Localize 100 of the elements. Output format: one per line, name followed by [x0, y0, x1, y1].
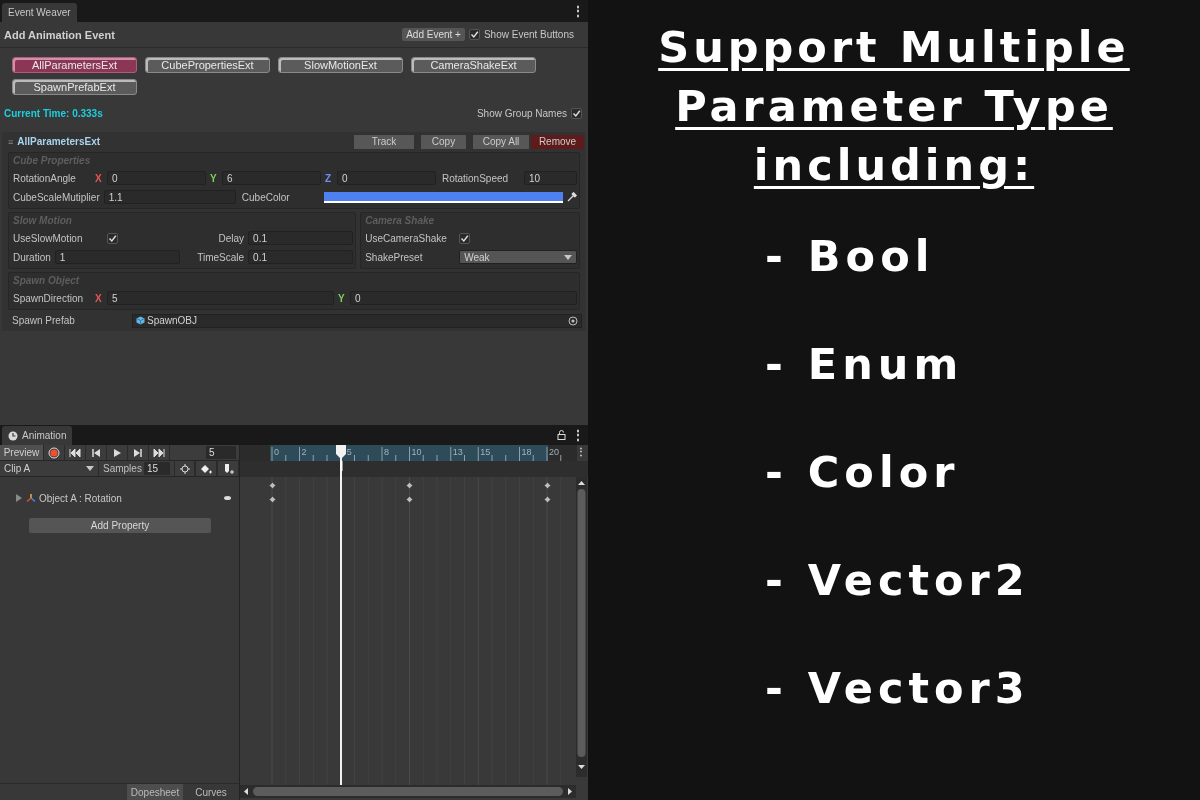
field-label: TimeScale: [196, 251, 245, 263]
ruler-label: 5: [346, 447, 352, 457]
field-label: CubeColor: [240, 191, 291, 203]
axis-label: Y: [209, 172, 218, 184]
cube-icon: [136, 316, 145, 325]
frame-field[interactable]: 5: [206, 446, 236, 459]
field-label: Duration: [12, 251, 51, 263]
ruler-label: 10: [411, 447, 422, 457]
ruler-label: 20: [549, 447, 559, 457]
input-field[interactable]: 1: [54, 250, 181, 264]
action-button[interactable]: Track: [354, 134, 414, 149]
field-label: SpawnDirection: [12, 292, 85, 304]
input-field[interactable]: 0: [107, 171, 206, 185]
event-button[interactable]: CubePropertiesExt: [145, 57, 270, 73]
add-property-button[interactable]: Add Property: [29, 518, 211, 533]
lock-icon: [557, 430, 566, 440]
checkbox[interactable]: [571, 107, 582, 119]
event-button[interactable]: CameraShakeExt: [411, 57, 536, 73]
object-name: SpawnOBJ: [147, 315, 198, 326]
color-field[interactable]: [323, 191, 563, 203]
input-field[interactable]: 0.1: [248, 231, 354, 245]
playhead[interactable]: [333, 445, 348, 785]
preview-button[interactable]: Preview: [0, 445, 44, 460]
caret-icon: [564, 254, 572, 260]
event-name: AllParametersExt: [17, 136, 101, 147]
input-field[interactable]: 5: [107, 291, 334, 305]
menu-icon[interactable]: ⋮: [568, 428, 588, 442]
skip-end-icon: [153, 446, 165, 459]
field-label: UseCameraShake: [364, 232, 448, 244]
list-item: - Vector3: [765, 662, 1030, 714]
ruler-label: 13: [452, 447, 463, 457]
event-button[interactable]: SpawnPrefabExt: [12, 79, 137, 95]
step-forward-icon: [132, 446, 144, 459]
list-item: - Vector2: [765, 554, 1030, 606]
action-button[interactable]: Remove: [531, 134, 584, 149]
heading: Support Multiple Parameter Type including:: [657, 21, 1131, 192]
track-name: Object A : Rotation: [39, 492, 122, 504]
dropdown[interactable]: Weak: [459, 250, 577, 264]
input-field[interactable]: 0: [350, 291, 577, 305]
target-icon: [568, 315, 578, 326]
time-ruler[interactable]: 0 2 5 8 10 13 15 18 20: [240, 445, 577, 461]
menu-icon[interactable]: ⋮: [574, 446, 588, 457]
play-icon: [111, 446, 123, 459]
action-button[interactable]: Copy All: [473, 134, 529, 149]
menu-icon[interactable]: ⋮: [568, 4, 588, 18]
current-time: Current Time: 0.333s: [4, 107, 103, 119]
axis-label: Z: [324, 172, 333, 184]
caret-icon: [86, 466, 94, 471]
event-button[interactable]: AllParametersExt: [12, 57, 137, 73]
checkbox[interactable]: [468, 29, 480, 40]
dropdown-value: Weak: [464, 251, 490, 263]
input-field[interactable]: 6: [221, 171, 321, 185]
field-label: Spawn Prefab: [11, 315, 76, 326]
object-field[interactable]: SpawnOBJ: [132, 313, 582, 328]
field-label: ShakePreset: [364, 251, 424, 263]
input-field[interactable]: 0: [336, 171, 436, 185]
checkbox[interactable]: [459, 232, 471, 244]
action-button[interactable]: Copy: [421, 134, 466, 149]
ruler-label: 0: [274, 447, 279, 457]
input-field[interactable]: 1.1: [103, 190, 236, 204]
drag-handle-icon[interactable]: ≡: [8, 136, 14, 147]
axis-label: Y: [338, 292, 346, 304]
record-icon: [48, 446, 60, 459]
checkbox-label: Show Event Buttons: [483, 29, 574, 40]
samples-field[interactable]: 15: [143, 462, 170, 475]
event-button[interactable]: SlowMotionExt: [278, 57, 403, 73]
expand-arrow-icon[interactable]: [15, 494, 23, 502]
field-label: RotationSpeed: [440, 172, 510, 184]
field-label: Delay: [217, 232, 245, 244]
clock-icon: [8, 430, 18, 441]
field-label: CubeScaleMutiplier: [12, 191, 100, 203]
checkbox-label: Show Group Names: [476, 107, 567, 119]
key-dot-icon: [224, 496, 231, 500]
transform-axes-icon: [26, 493, 36, 503]
samples-label: Samples: [102, 462, 143, 476]
field-label: RotationAngle: [12, 172, 77, 184]
ruler-label: 15: [480, 447, 491, 457]
checkbox[interactable]: [107, 232, 118, 244]
panel-tab[interactable]: Animation: [2, 426, 73, 445]
view-tab[interactable]: Dopesheet: [127, 784, 183, 800]
add-event-button[interactable]: Add Event +: [402, 28, 465, 41]
ruler-label: 2: [301, 447, 307, 457]
tab-label: Animation: [22, 430, 67, 441]
skip-start-icon: [69, 446, 81, 459]
step-back-icon: [90, 446, 102, 459]
field-label: UseSlowMotion: [12, 232, 84, 244]
list-item: - Enum: [765, 338, 965, 390]
ruler-label: 18: [521, 447, 532, 457]
add-keyframe-icon[interactable]: [195, 461, 218, 476]
input-field[interactable]: 10: [523, 171, 577, 185]
keyframe-target-icon[interactable]: [173, 461, 196, 476]
input-field[interactable]: 0.1: [248, 250, 354, 264]
add-event-icon[interactable]: [217, 461, 239, 476]
axis-label: X: [95, 292, 103, 304]
list-item: - Color: [765, 446, 961, 498]
ruler-label: 8: [384, 447, 389, 457]
panel-tab[interactable]: Event Weaver: [2, 3, 77, 22]
clip-dropdown[interactable]: Clip A: [0, 461, 99, 476]
axis-label: X: [95, 172, 103, 184]
panel-heading: Add Animation Event: [4, 28, 115, 41]
